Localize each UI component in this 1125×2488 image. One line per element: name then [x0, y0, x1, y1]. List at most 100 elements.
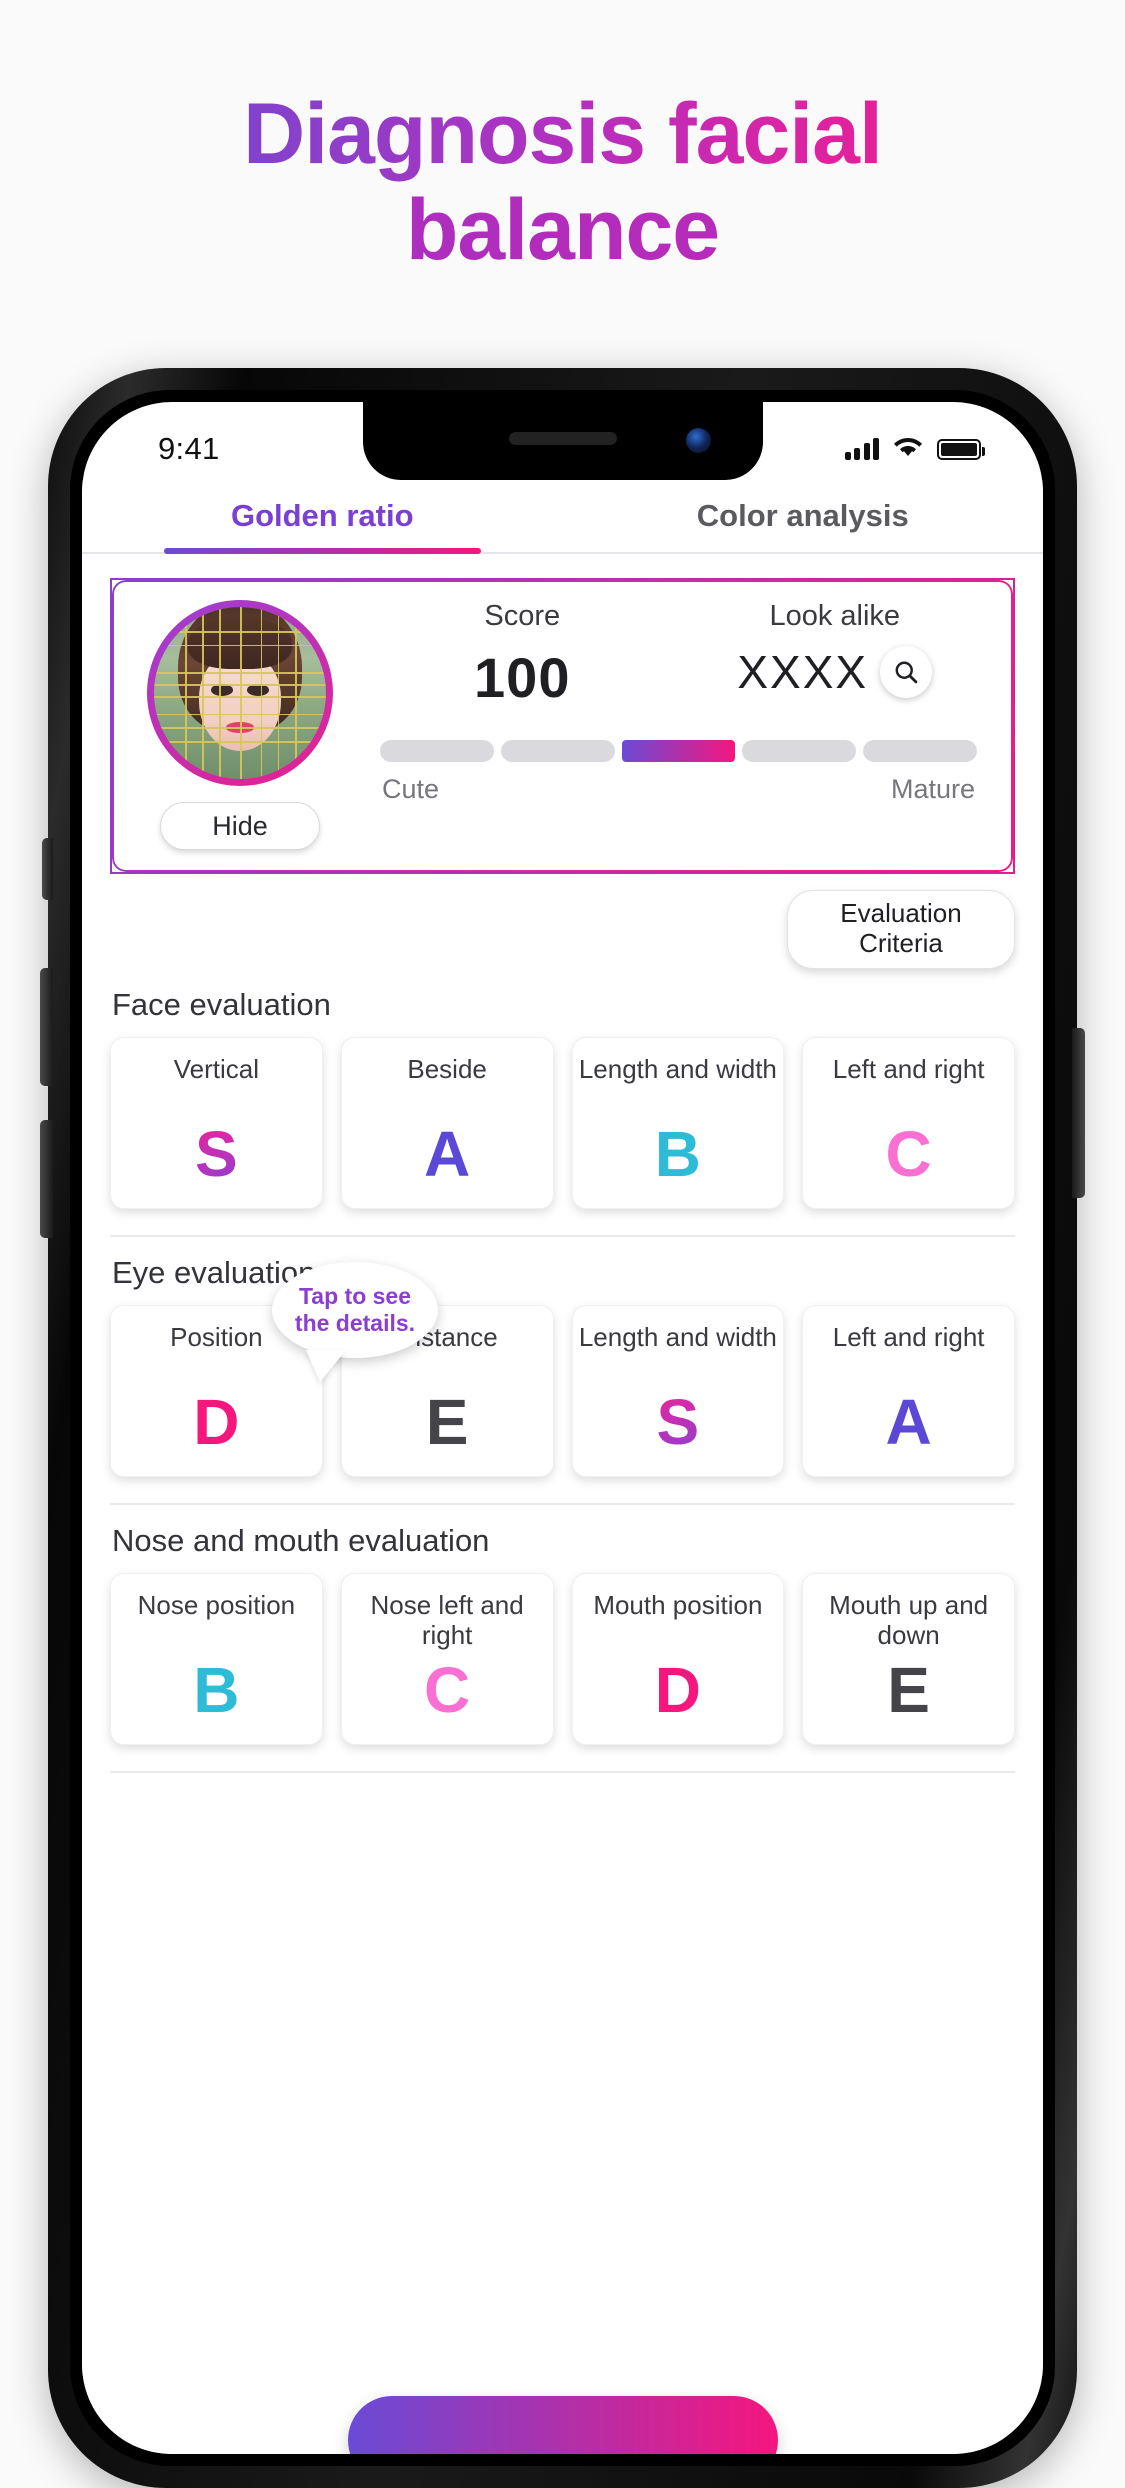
search-icon[interactable]: [880, 646, 933, 698]
section-nose-mouth-evaluation: Nose and mouth evaluation Nose position …: [82, 1505, 1043, 1746]
look-alike-label: Look alike: [769, 600, 901, 632]
volume-up-button[interactable]: [40, 968, 53, 1086]
grade-card-letter: A: [885, 1386, 932, 1459]
section-divider: [110, 1771, 1015, 1774]
section-title-nose-mouth: Nose and mouth evaluation: [112, 1523, 490, 1559]
headline-line-1: Diagnosis facial: [0, 86, 1125, 182]
tooltip-tap-to-see-details[interactable]: Tap to see the details.: [272, 1262, 438, 1358]
nose-mouth-grade-cards: Nose position B Nose left and right C Mo…: [110, 1573, 1015, 1746]
grade-card-letter: E: [425, 1386, 469, 1459]
grade-card-letter: B: [193, 1654, 240, 1727]
phone-notch: [362, 402, 763, 480]
grade-card[interactable]: Length and width B: [571, 1037, 785, 1210]
scroll-container[interactable]: Hide Score 100 Look alike XXXX Cute Matu…: [82, 578, 1043, 2454]
cellular-signal-icon: [844, 438, 879, 460]
section-eye-evaluation: Eye evaluation Position D Distance E Len…: [82, 1237, 1043, 1478]
grade-card[interactable]: Beside A: [340, 1037, 554, 1210]
grade-card-label: Nose left and right: [370, 1590, 524, 1651]
section-title-eye: Eye evaluation: [112, 1255, 316, 1291]
grade-card-label: Left and right: [832, 1322, 985, 1353]
grade-card-label: Left and right: [832, 1054, 985, 1085]
slider-segment-4[interactable]: [742, 740, 857, 762]
app-content: Golden ratio Color analysis Hide Score 1…: [82, 480, 1043, 2454]
volume-down-button[interactable]: [40, 1120, 53, 1238]
stats-column: Score 100 Look alike XXXX Cute Mature: [360, 600, 991, 850]
section-face-evaluation: Face evaluation Vertical S Beside A Leng…: [82, 969, 1043, 1210]
slider-label-right: Mature: [890, 774, 975, 804]
grade-card[interactable]: Left and right A: [802, 1305, 1015, 1478]
grade-card[interactable]: Nose position B: [110, 1573, 323, 1746]
grade-card-label: Beside: [407, 1054, 487, 1085]
tab-bar: Golden ratio Color analysis: [82, 480, 1043, 554]
avatar-column: Hide: [126, 600, 354, 850]
grade-card-letter: A: [424, 1118, 471, 1191]
eye-grade-cards: Position D Distance E Length and width S: [110, 1305, 1015, 1478]
phone-screen: 9:41 Golden ratio Color analysis Hide Sc…: [82, 402, 1043, 2454]
grade-card[interactable]: Mouth up and down E: [802, 1573, 1015, 1746]
tab-golden-ratio-label: Golden ratio: [230, 498, 414, 533]
score-label: Score: [484, 600, 561, 632]
grade-card-label: Length and width: [578, 1322, 777, 1353]
wifi-icon: [892, 435, 924, 464]
score-block: Score 100: [366, 600, 679, 710]
slider-segment-2[interactable]: [500, 740, 615, 762]
grade-card-letter: S: [656, 1386, 700, 1459]
grade-card-letter: E: [887, 1654, 930, 1727]
slider-segment-1[interactable]: [380, 740, 494, 762]
front-camera-icon: [685, 428, 711, 453]
slider-segment-3-active[interactable]: [621, 740, 736, 762]
power-button[interactable]: [1072, 1028, 1085, 1198]
score-card: Hide Score 100 Look alike XXXX Cute Matu…: [110, 578, 1015, 874]
grade-card-letter: D: [193, 1386, 240, 1459]
look-alike-value-row: XXXX: [679, 645, 992, 699]
evaluation-criteria-line-1: Evaluation: [840, 898, 962, 928]
phone-mockup: 9:41 Golden ratio Color analysis Hide Sc…: [40, 368, 1085, 2488]
grade-card-label: Mouth position: [593, 1590, 763, 1621]
status-bar-time: 9:41: [158, 431, 220, 466]
phone-bezel: 9:41 Golden ratio Color analysis Hide Sc…: [70, 390, 1055, 2466]
grade-card-letter: C: [885, 1118, 932, 1191]
grade-card-letter: B: [654, 1118, 701, 1191]
grade-card-letter: C: [424, 1654, 471, 1727]
face-grade-cards: Vertical S Beside A Length and width B L…: [110, 1037, 1015, 1210]
golden-ratio-grid-overlay: [154, 607, 326, 779]
criteria-row: Evaluation Criteria: [82, 874, 1043, 970]
tab-color-analysis[interactable]: Color analysis: [563, 480, 1044, 552]
grade-card[interactable]: Vertical S: [110, 1037, 323, 1210]
grade-card[interactable]: Nose left and right C: [340, 1573, 554, 1746]
tooltip-line-1: Tap to see: [298, 1282, 412, 1309]
avatar-photo: [154, 607, 326, 779]
avatar[interactable]: [147, 600, 333, 786]
stats-header-row: Score 100 Look alike XXXX: [366, 600, 991, 710]
earpiece-speaker-icon: [508, 432, 617, 445]
grade-card[interactable]: Left and right C: [802, 1037, 1015, 1210]
slider-labels: Cute Mature: [382, 774, 975, 805]
mute-switch-button[interactable]: [42, 838, 53, 900]
marketing-headline: Diagnosis facial balance: [0, 86, 1125, 279]
grade-card[interactable]: Mouth position D: [571, 1573, 785, 1746]
grade-card-label: Mouth up and down: [829, 1590, 989, 1651]
score-value: 100: [474, 646, 571, 709]
status-bar-indicators: [844, 435, 985, 464]
tooltip-text: Tap to see the details.: [295, 1283, 415, 1337]
hide-button-label: Hide: [212, 810, 268, 841]
tab-golden-ratio[interactable]: Golden ratio: [82, 480, 563, 554]
grade-card-label: Length and width: [578, 1054, 777, 1085]
battery-full-icon: [937, 438, 985, 460]
slider-segment-5[interactable]: [863, 740, 977, 762]
grade-card-letter: D: [654, 1654, 701, 1727]
grade-card[interactable]: Length and width S: [571, 1305, 785, 1478]
tab-color-analysis-label: Color analysis: [696, 498, 909, 533]
evaluation-criteria-button[interactable]: Evaluation Criteria: [787, 890, 1015, 970]
headline-line-2: balance: [0, 182, 1125, 278]
grade-card-label: Vertical: [173, 1054, 259, 1085]
evaluation-criteria-line-2: Criteria: [859, 927, 943, 958]
bottom-cta-button[interactable]: [347, 2396, 778, 2454]
cute-mature-slider[interactable]: [380, 740, 977, 762]
grade-card-label: Position: [170, 1322, 263, 1353]
hide-button[interactable]: Hide: [160, 802, 320, 850]
grade-card-label: Nose position: [137, 1590, 296, 1621]
look-alike-value: XXXX: [737, 646, 869, 698]
section-title-face: Face evaluation: [112, 987, 331, 1023]
grade-card-letter: S: [195, 1118, 238, 1191]
